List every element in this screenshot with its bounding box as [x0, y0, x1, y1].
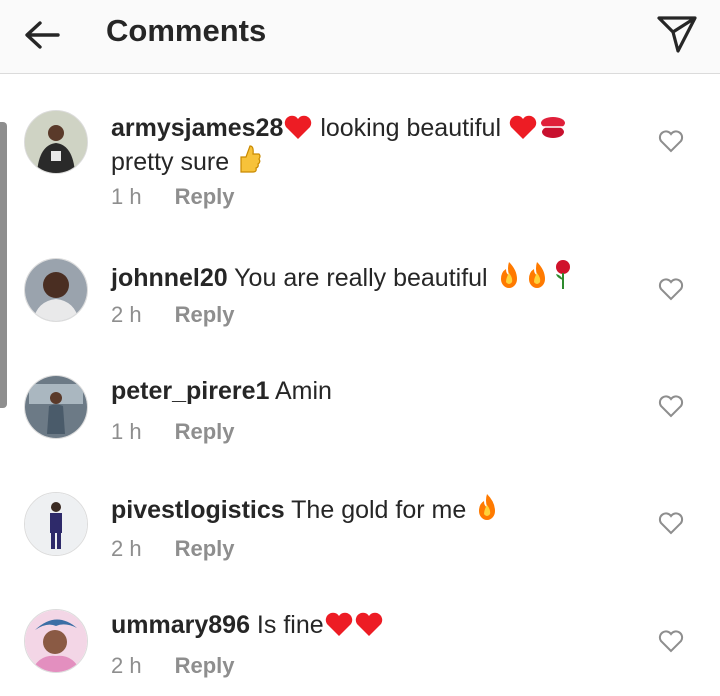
red-heart-icon: [325, 612, 352, 636]
back-arrow-icon[interactable]: [22, 18, 62, 52]
reply-button[interactable]: Reply: [175, 302, 235, 327]
direct-send-icon[interactable]: [656, 14, 698, 54]
comment-meta: 2 h Reply: [111, 653, 235, 679]
comment-time: 2 h: [111, 653, 142, 678]
comment-text: pivestlogistics The gold for me: [111, 492, 631, 526]
rose-icon: [555, 260, 570, 289]
red-heart-icon: [285, 115, 312, 139]
comment-time: 1 h: [111, 419, 142, 444]
comment-username[interactable]: pivestlogistics: [111, 496, 285, 524]
comment-time: 2 h: [111, 302, 142, 327]
page-title: Comments: [106, 13, 267, 48]
comment-meta: 2 h Reply: [111, 302, 235, 328]
avatar[interactable]: [24, 492, 88, 556]
comment-body: The gold for me: [284, 496, 474, 524]
comment-body: Is fine: [249, 611, 324, 639]
like-heart-icon[interactable]: [658, 129, 684, 153]
comment-body: Amin: [269, 377, 332, 405]
comment-body: looking beautiful: [313, 114, 508, 142]
like-heart-icon[interactable]: [658, 629, 684, 653]
avatar[interactable]: [24, 110, 88, 174]
like-heart-icon[interactable]: [658, 394, 684, 418]
comment-body-line2: pretty sure: [111, 148, 237, 176]
comment-meta: 1 h Reply: [111, 184, 235, 210]
comment-username[interactable]: peter_pirere1: [111, 377, 269, 405]
comment-meta: 1 h Reply: [111, 419, 235, 445]
avatar-photo: [25, 610, 87, 672]
reply-button[interactable]: Reply: [175, 419, 235, 444]
comment-time: 1 h: [111, 184, 142, 209]
comment-text: ummary896 Is fine: [111, 609, 631, 641]
avatar-photo: [25, 376, 87, 438]
avatar[interactable]: [24, 258, 88, 322]
fire-icon: [479, 494, 496, 520]
comment-username[interactable]: ummary896: [111, 611, 250, 639]
comment-username[interactable]: armysjames28: [111, 114, 283, 142]
fire-icon: [528, 262, 545, 288]
avatar[interactable]: [24, 609, 88, 673]
comment-text: peter_pirere1 Amin: [111, 375, 631, 407]
like-heart-icon[interactable]: [658, 277, 684, 301]
scrollbar[interactable]: [0, 122, 7, 408]
comment-time: 2 h: [111, 536, 142, 561]
reply-button[interactable]: Reply: [175, 536, 235, 561]
red-heart-icon: [355, 612, 382, 636]
avatar[interactable]: [24, 375, 88, 439]
avatar-photo: [25, 493, 87, 555]
comment-username[interactable]: johnnel20: [111, 264, 228, 292]
comment-text: armysjames28 looking beautiful pretty su…: [111, 112, 631, 178]
top-app-bar: Comments: [0, 0, 720, 74]
thumbs-up-icon: [240, 145, 261, 173]
comment-text: johnnel20 You are really beautiful: [111, 258, 631, 294]
comment-body: You are really beautiful: [227, 264, 495, 292]
reply-button[interactable]: Reply: [175, 653, 235, 678]
avatar-photo: [25, 111, 87, 173]
red-heart-icon: [509, 115, 537, 139]
like-heart-icon[interactable]: [658, 511, 684, 535]
avatar-photo: [25, 259, 87, 321]
fire-icon: [500, 262, 517, 288]
kiss-mark-icon: [540, 117, 565, 138]
comment-meta: 2 h Reply: [111, 536, 235, 562]
reply-button[interactable]: Reply: [175, 184, 235, 209]
